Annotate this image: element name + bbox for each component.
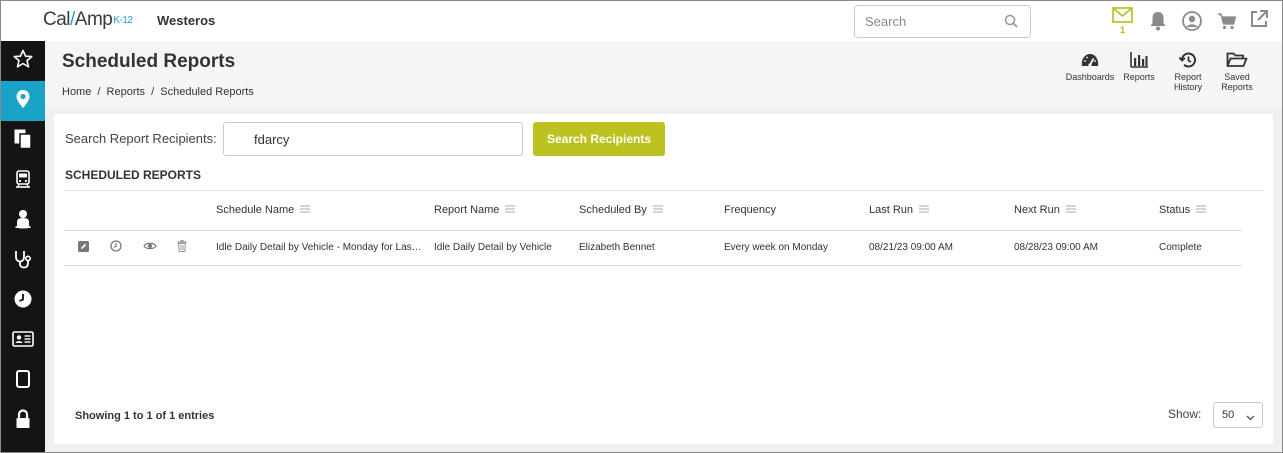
breadcrumb-home[interactable]: Home (62, 86, 91, 98)
clock-icon[interactable] (110, 240, 122, 255)
scheduled-reports-card: Search Report Recipients: Search Recipie… (54, 114, 1273, 444)
column-next-run[interactable]: Next Run (1014, 191, 1159, 231)
breadcrumb: Home / Reports / Scheduled Reports (62, 86, 257, 98)
page-title: Scheduled Reports (62, 51, 236, 72)
cell-last-run: 08/21/23 09:00 AM (869, 230, 1014, 266)
sort-icon[interactable] (1065, 204, 1076, 216)
row-actions (65, 230, 216, 266)
sort-icon[interactable] (505, 204, 516, 216)
nav-tracking[interactable] (0, 81, 45, 121)
column-report-name[interactable]: Report Name (434, 191, 579, 231)
id-card-icon (11, 330, 34, 352)
sort-icon[interactable] (1196, 204, 1207, 216)
dashboard-gauge-icon (1062, 51, 1118, 69)
map-pin-icon (15, 89, 31, 114)
breadcrumb-current: Scheduled Reports (160, 86, 254, 98)
folder-open-icon (1209, 51, 1265, 69)
nav-reports[interactable] (0, 121, 45, 161)
nav-student-id[interactable] (0, 321, 45, 361)
edit-icon[interactable] (78, 240, 89, 255)
nav-admin[interactable] (0, 401, 45, 441)
section-title: SCHEDULED REPORTS (65, 168, 202, 182)
documents-icon (13, 128, 33, 155)
nav-devices[interactable] (0, 361, 45, 401)
nav-favorites[interactable] (0, 41, 45, 81)
quick-link-saved-reports[interactable]: Saved Reports (1209, 51, 1265, 92)
recipients-label: Search Report Recipients: (65, 131, 217, 146)
nav-drivers[interactable] (0, 201, 45, 241)
organization-name: Westeros (157, 13, 216, 28)
bus-icon (13, 169, 33, 194)
external-link-icon[interactable] (1249, 9, 1269, 34)
tablet-icon (15, 369, 30, 393)
bar-chart-icon (1111, 51, 1167, 69)
left-nav (0, 41, 45, 453)
cell-next-run: 08/28/23 09:00 AM (1014, 230, 1159, 266)
cell-scheduled-by: Elizabeth Bennet (579, 230, 724, 266)
quick-link-report-history[interactable]: Report History (1160, 51, 1216, 92)
history-icon (1160, 51, 1216, 69)
sort-icon[interactable] (919, 204, 930, 216)
lock-icon (15, 408, 31, 434)
clock-icon (13, 289, 33, 314)
quick-link-label: Dashboards (1065, 72, 1115, 82)
column-frequency: Frequency (724, 191, 869, 231)
recipients-search-input[interactable] (223, 122, 523, 156)
quick-link-dashboards[interactable]: Dashboards (1062, 51, 1118, 82)
nav-health[interactable] (0, 241, 45, 281)
quick-link-label: Report History (1173, 72, 1202, 92)
trash-icon[interactable] (177, 240, 187, 255)
table-row: Idle Daily Detail by Vehicle - Monday fo… (65, 230, 1242, 266)
column-last-run[interactable]: Last Run (869, 191, 1014, 231)
page-size-label: Show: (1168, 407, 1202, 421)
page-size-value: 50 (1222, 409, 1235, 421)
quick-link-label: Reports (1123, 72, 1155, 82)
mail-count-badge: 1 (1120, 25, 1126, 35)
cell-status: Complete (1159, 230, 1242, 266)
quick-link-reports[interactable]: Reports (1111, 51, 1167, 82)
chevron-down-icon (1246, 412, 1255, 424)
breadcrumb-reports[interactable]: Reports (107, 86, 146, 98)
search-input[interactable] (855, 6, 995, 37)
global-search[interactable] (854, 5, 1031, 38)
page-size-select[interactable]: 50 (1213, 402, 1263, 428)
column-actions (65, 191, 216, 231)
column-schedule-name[interactable]: Schedule Name (216, 191, 434, 231)
cart-icon[interactable] (1217, 12, 1237, 35)
calamp-logo[interactable]: Cal/AmpK-12 (43, 9, 133, 31)
quick-link-label: Saved Reports (1221, 72, 1253, 92)
nav-time[interactable] (0, 281, 45, 321)
star-icon (12, 49, 33, 74)
column-scheduled-by[interactable]: Scheduled By (579, 191, 724, 231)
cell-schedule-name: Idle Daily Detail by Vehicle - Monday fo… (216, 230, 434, 266)
user-circle-icon[interactable] (1182, 11, 1202, 36)
bell-icon[interactable] (1149, 11, 1167, 36)
column-status[interactable]: Status (1159, 191, 1242, 231)
search-icon[interactable] (1004, 14, 1018, 33)
entries-info: Showing 1 to 1 of 1 entries (75, 410, 215, 422)
breadcrumb-separator: / (97, 86, 101, 98)
nav-fleet[interactable] (0, 161, 45, 201)
eye-icon[interactable] (142, 241, 157, 254)
cell-frequency: Every week on Monday (724, 230, 869, 266)
breadcrumb-separator: / (151, 86, 155, 98)
cell-report-name: Idle Daily Detail by Vehicle (434, 230, 579, 266)
top-bar: Cal/AmpK-12 Westeros 1 (0, 0, 1283, 41)
scheduled-reports-table: Schedule Name Report Name Scheduled By F… (65, 191, 1242, 266)
table-header-row: Schedule Name Report Name Scheduled By F… (65, 191, 1242, 231)
sort-icon[interactable] (652, 204, 663, 216)
page-header: Scheduled Reports Home / Reports / Sched… (45, 41, 1283, 107)
search-recipients-button[interactable]: Search Recipients (533, 122, 665, 156)
sort-icon[interactable] (300, 204, 311, 216)
driver-icon (14, 209, 32, 234)
stethoscope-icon (13, 249, 33, 274)
